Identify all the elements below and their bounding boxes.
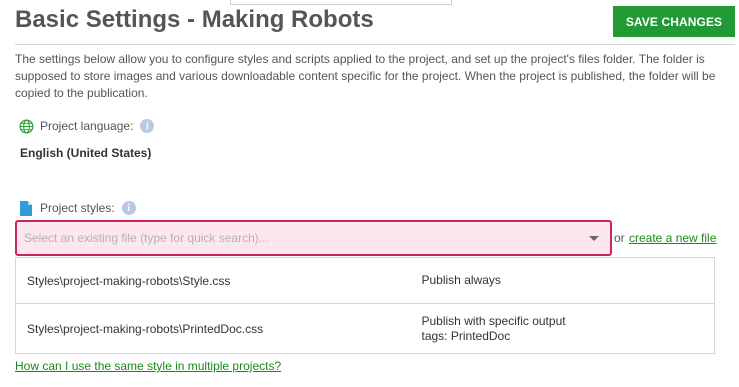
info-icon[interactable]: i <box>121 201 136 215</box>
project-language-label-text: Project language: <box>40 119 134 133</box>
project-styles-label: Project styles: i <box>18 200 136 216</box>
globe-icon <box>18 118 34 134</box>
style-file-select[interactable] <box>15 220 612 256</box>
table-row: Styles\project-making-robots\Style.css P… <box>15 257 715 304</box>
style-publish-mode: Publish with specific output tags: Print… <box>411 303 715 354</box>
style-publish-mode: Publish always <box>411 257 715 304</box>
style-publish-mode-text: Publish always <box>421 273 501 287</box>
chevron-down-icon[interactable] <box>589 236 599 241</box>
project-styles-label-text: Project styles: <box>40 201 115 215</box>
save-changes-button[interactable]: SAVE CHANGES <box>613 6 735 37</box>
file-icon <box>18 200 34 216</box>
style-publish-mode-text: Publish with specific output tags: Print… <box>421 313 566 343</box>
project-language-label: Project language: i <box>18 118 155 134</box>
header-divider <box>15 44 735 45</box>
settings-description: The settings below allow you to configur… <box>15 52 716 100</box>
table-row: Styles\project-making-robots\PrintedDoc.… <box>15 303 715 354</box>
style-file-path: Styles\project-making-robots\Style.css <box>15 257 412 304</box>
project-language-value: English (United States) <box>20 146 152 160</box>
info-icon[interactable]: i <box>140 119 155 133</box>
top-input-edge <box>230 0 452 5</box>
page-title: Basic Settings - Making Robots <box>15 6 374 33</box>
style-file-path: Styles\project-making-robots\PrintedDoc.… <box>15 303 412 354</box>
style-files-table: Styles\project-making-robots\Style.css P… <box>15 257 715 354</box>
style-file-search-input[interactable] <box>24 231 584 245</box>
create-new-file-link[interactable]: create a new file <box>629 231 716 245</box>
shared-style-help-link[interactable]: How can I use the same style in multiple… <box>15 359 281 373</box>
or-text: or <box>614 231 625 245</box>
